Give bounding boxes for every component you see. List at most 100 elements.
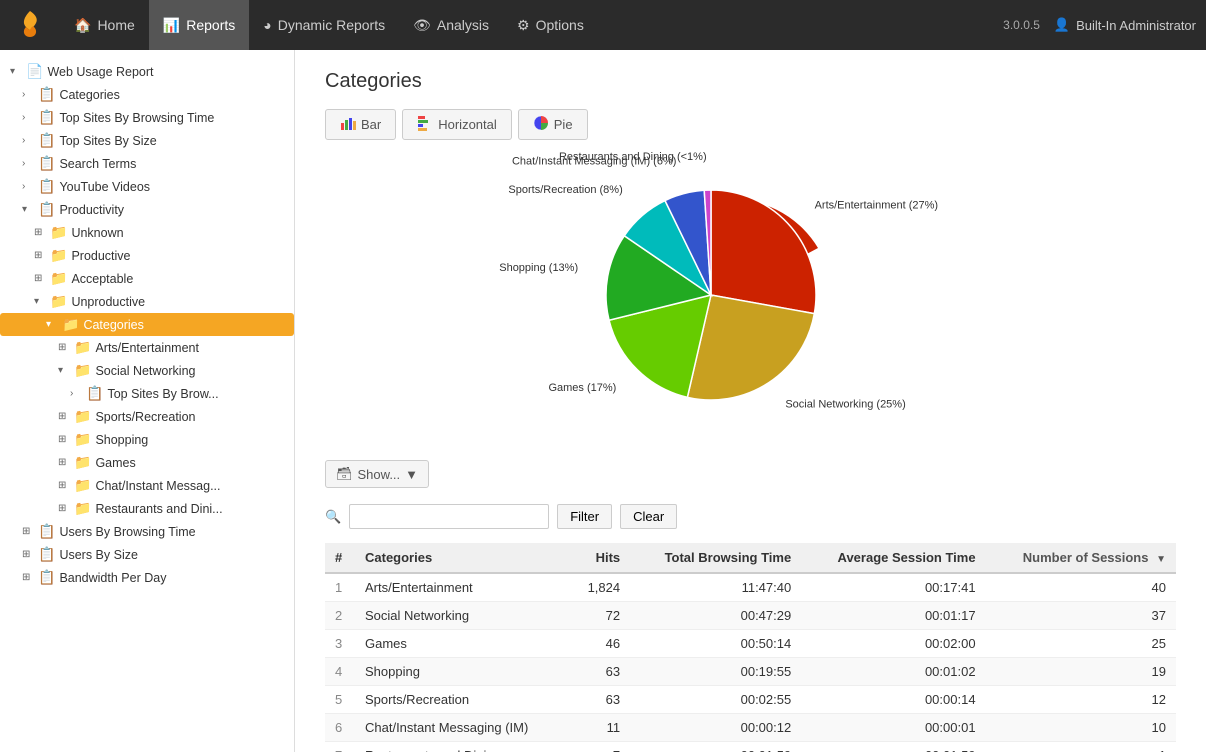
nav-reports[interactable]: 📊 Reports: [149, 0, 249, 50]
toggle-arrow-icon: ›: [22, 158, 34, 169]
sidebar-label: Games: [95, 456, 135, 470]
sidebar-label: Productive: [71, 249, 130, 263]
sidebar-label: Top Sites By Browsing Time: [59, 111, 214, 125]
col-sessions[interactable]: Number of Sessions ▼: [986, 543, 1176, 573]
nav-dynamic-reports[interactable]: ◕ Dynamic Reports: [249, 0, 399, 50]
table-row[interactable]: 2 Social Networking 72 00:47:29 00:01:17…: [325, 602, 1176, 630]
sidebar-label: Categories: [83, 318, 143, 332]
report-icon: 📄: [26, 63, 43, 80]
sidebar-item-social-networking[interactable]: ▾📁Social Networking: [0, 359, 294, 382]
filter-input[interactable]: [349, 504, 549, 529]
categories-table: # Categories Hits Total Browsing Time Av…: [325, 543, 1176, 752]
folder-icon: 📁: [50, 270, 67, 287]
pie-label: Sports/Recreation (8%): [508, 184, 622, 196]
cell-total-time: 00:02:55: [630, 686, 801, 714]
col-avg-time[interactable]: Average Session Time: [801, 543, 985, 573]
list-icon: 📋: [38, 569, 55, 586]
tab-horizontal[interactable]: Horizontal: [402, 109, 512, 140]
cell-avg-time: 00:00:14: [801, 686, 985, 714]
sidebar-label: Bandwidth Per Day: [59, 571, 166, 585]
cell-hits: 1,824: [569, 573, 630, 602]
sidebar-item-chat-im[interactable]: ⊞📁Chat/Instant Messag...: [0, 474, 294, 497]
sidebar: ▾📄Web Usage Report›📋Categories›📋Top Site…: [0, 50, 295, 752]
sidebar-item-users-browsing[interactable]: ⊞📋Users By Browsing Time: [0, 520, 294, 543]
nav-home[interactable]: 🏠 Home: [60, 0, 149, 50]
cell-total-time: 00:47:29: [630, 602, 801, 630]
col-category[interactable]: Categories: [355, 543, 569, 573]
pie-slice: [711, 190, 816, 314]
cell-sessions: 12: [986, 686, 1176, 714]
sidebar-item-categories[interactable]: ›📋Categories: [0, 83, 294, 106]
sidebar-item-sports-recreation[interactable]: ⊞📁Sports/Recreation: [0, 405, 294, 428]
cell-hits: 46: [569, 630, 630, 658]
cell-sessions: 1: [986, 742, 1176, 752]
sidebar-item-shopping[interactable]: ⊞📁Shopping: [0, 428, 294, 451]
sidebar-item-web-usage-report[interactable]: ▾📄Web Usage Report: [0, 60, 294, 83]
show-dropdown[interactable]: 🗃 Show... ▼: [325, 460, 429, 488]
cell-num: 1: [325, 573, 355, 602]
cell-category: Shopping: [355, 658, 569, 686]
cell-sessions: 19: [986, 658, 1176, 686]
tab-bar[interactable]: Bar: [325, 109, 396, 140]
pie-label: Arts/Entertainment (27%): [814, 199, 938, 211]
sidebar-item-restaurants[interactable]: ⊞📁Restaurants and Dini...: [0, 497, 294, 520]
sidebar-item-productivity[interactable]: ▾📋Productivity: [0, 198, 294, 221]
nav-analysis[interactable]: 👁 Analysis: [399, 0, 503, 50]
pie-label: Shopping (13%): [499, 262, 578, 274]
sidebar-item-acceptable[interactable]: ⊞📁Acceptable: [0, 267, 294, 290]
table-row[interactable]: 5 Sports/Recreation 63 00:02:55 00:00:14…: [325, 686, 1176, 714]
sort-arrow-down: ▼: [1156, 554, 1166, 565]
sidebar-item-top-sites-size[interactable]: ›📋Top Sites By Size: [0, 129, 294, 152]
table-row[interactable]: 1 Arts/Entertainment 1,824 11:47:40 00:1…: [325, 573, 1176, 602]
sidebar-item-unknown[interactable]: ⊞📁Unknown: [0, 221, 294, 244]
cell-num: 2: [325, 602, 355, 630]
sidebar-item-bandwidth-per-day[interactable]: ⊞📋Bandwidth Per Day: [0, 566, 294, 589]
sidebar-item-arts-entertainment[interactable]: ⊞📁Arts/Entertainment: [0, 336, 294, 359]
page-title: Categories: [325, 70, 1176, 93]
user-icon: 👤: [1054, 17, 1070, 33]
folder-icon: 📁: [74, 408, 91, 425]
cell-hits: 7: [569, 742, 630, 752]
table-row[interactable]: 7 Restaurants and Dining 7 00:01:59 00:0…: [325, 742, 1176, 752]
sidebar-item-unproductive[interactable]: ▾📁Unproductive: [0, 290, 294, 313]
cell-avg-time: 00:17:41: [801, 573, 985, 602]
toggle-minus-icon: ▾: [10, 66, 22, 77]
dynamic-icon: ◕: [263, 17, 271, 33]
list-icon: 📋: [38, 546, 55, 563]
filter-button[interactable]: Filter: [557, 504, 612, 529]
sidebar-item-youtube-videos[interactable]: ›📋YouTube Videos: [0, 175, 294, 198]
cell-total-time: 11:47:40: [630, 573, 801, 602]
toggle-arrow-icon: ›: [22, 135, 34, 146]
cell-num: 6: [325, 714, 355, 742]
toggle-plus-icon: ⊞: [22, 549, 34, 560]
col-total-time[interactable]: Total Browsing Time: [630, 543, 801, 573]
toggle-plus-icon: ⊞: [34, 250, 46, 261]
sidebar-item-games[interactable]: ⊞📁Games: [0, 451, 294, 474]
folder-icon: 📁: [50, 247, 67, 264]
list-icon: 📋: [38, 523, 55, 540]
clear-button[interactable]: Clear: [620, 504, 677, 529]
table-row[interactable]: 4 Shopping 63 00:19:55 00:01:02 19: [325, 658, 1176, 686]
toggle-minus-icon: ▾: [58, 365, 70, 376]
sidebar-item-top-sites-brow[interactable]: ›📋Top Sites By Brow...: [0, 382, 294, 405]
folder-icon: 📁: [74, 477, 91, 494]
toggle-plus-icon: ⊞: [34, 273, 46, 284]
sidebar-item-productive[interactable]: ⊞ 📁 Productive: [0, 244, 294, 267]
sidebar-item-search-terms[interactable]: ›📋Search Terms: [0, 152, 294, 175]
table-row[interactable]: 3 Games 46 00:50:14 00:02:00 25: [325, 630, 1176, 658]
cell-sessions: 37: [986, 602, 1176, 630]
cell-avg-time: 00:00:01: [801, 714, 985, 742]
sidebar-item-categories-sub[interactable]: ▾📁Categories: [0, 313, 294, 336]
col-hits[interactable]: Hits: [569, 543, 630, 573]
sidebar-item-top-sites-browsing[interactable]: ›📋Top Sites By Browsing Time: [0, 106, 294, 129]
chart-tabs: Bar Horizontal: [325, 109, 1176, 140]
toggle-plus-icon: ⊞: [58, 434, 70, 445]
cell-total-time: 00:19:55: [630, 658, 801, 686]
tab-pie[interactable]: Pie: [518, 109, 588, 140]
sidebar-label: Productivity: [59, 203, 124, 217]
sidebar-label: Users By Browsing Time: [59, 525, 195, 539]
table-row[interactable]: 6 Chat/Instant Messaging (IM) 11 00:00:1…: [325, 714, 1176, 742]
nav-options[interactable]: ⚙ Options: [503, 0, 598, 50]
toggle-plus-icon: ⊞: [58, 457, 70, 468]
sidebar-item-users-size[interactable]: ⊞📋Users By Size: [0, 543, 294, 566]
